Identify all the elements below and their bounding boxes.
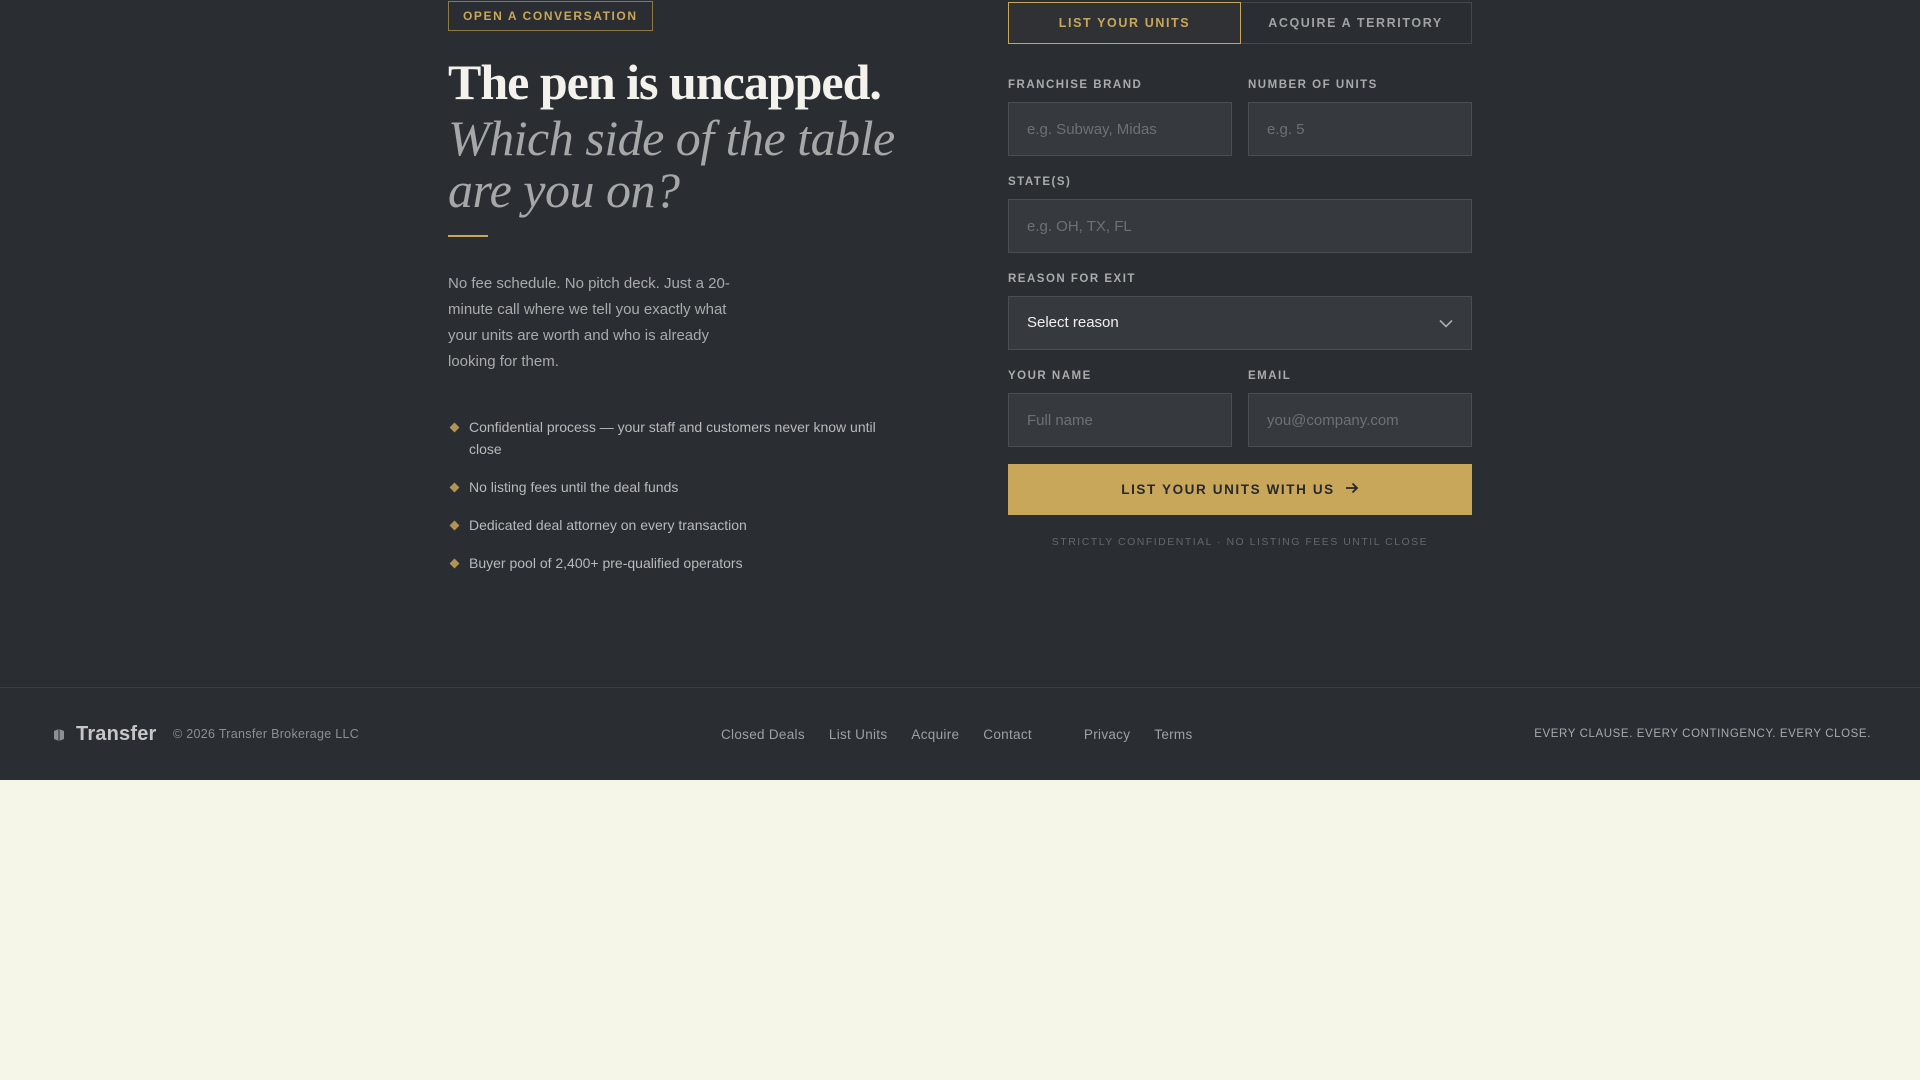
diamond-bullet-icon bbox=[449, 482, 460, 493]
accent-divider bbox=[448, 235, 488, 237]
tab-acquire-a-territory[interactable]: ACQUIRE A TERRITORY bbox=[1240, 3, 1471, 43]
tab-list-your-units[interactable]: LIST YOUR UNITS bbox=[1008, 2, 1241, 44]
form-tabs: LIST YOUR UNITS ACQUIRE A TERRITORY bbox=[1008, 2, 1472, 44]
benefit-text: Dedicated deal attorney on every transac… bbox=[469, 517, 747, 533]
footer-link-list-units[interactable]: List Units bbox=[829, 727, 888, 742]
reason-field: REASON FOR EXIT Select reason bbox=[1008, 272, 1472, 350]
email-input[interactable] bbox=[1248, 393, 1472, 447]
email-label: EMAIL bbox=[1248, 370, 1292, 382]
footer-nav: Closed Deals List Units Acquire Contact … bbox=[721, 688, 1217, 781]
brand-name: Transfer bbox=[76, 723, 157, 745]
diamond-bullet-icon bbox=[449, 520, 460, 531]
footer-tagline: EVERY CLAUSE. EVERY CONTINGENCY. EVERY C… bbox=[1534, 728, 1871, 740]
footer-link-acquire[interactable]: Acquire bbox=[911, 727, 959, 742]
headline-secondary: Which side of the table are you on? bbox=[448, 110, 895, 218]
headline: The pen is uncapped. Which side of the t… bbox=[448, 52, 918, 216]
franchise-brand-label: FRANCHISE BRAND bbox=[1008, 79, 1143, 91]
footer-link-contact[interactable]: Contact bbox=[983, 727, 1032, 742]
your-name-input[interactable] bbox=[1008, 393, 1232, 447]
number-of-units-input[interactable] bbox=[1248, 102, 1472, 156]
confidentiality-note: STRICTLY CONFIDENTIAL · NO LISTING FEES … bbox=[1051, 536, 1429, 548]
your-name-field: YOUR NAME bbox=[1008, 369, 1232, 447]
list-item: No listing fees until the deal funds bbox=[448, 476, 888, 498]
states-field: STATE(S) bbox=[1008, 175, 1472, 253]
franchise-brand-input[interactable] bbox=[1008, 102, 1232, 156]
brand-mark-icon bbox=[52, 728, 66, 742]
eyebrow-badge: OPEN A CONVERSATION bbox=[448, 1, 653, 31]
copyright: © 2026 Transfer Brokerage LLC bbox=[173, 727, 360, 741]
lede-paragraph: No fee schedule. No pitch deck. Just a 2… bbox=[448, 275, 730, 370]
reason-selected-value: Select reason bbox=[1027, 314, 1119, 331]
submit-button-label: LIST YOUR UNITS WITH US bbox=[1121, 482, 1335, 497]
franchise-brand-field: FRANCHISE BRAND bbox=[1008, 78, 1232, 156]
headline-primary: The pen is uncapped. bbox=[448, 54, 882, 110]
benefit-text: Confidential process — your staff and cu… bbox=[469, 419, 876, 457]
footer-link-closed-deals[interactable]: Closed Deals bbox=[721, 727, 805, 742]
benefit-text: Buyer pool of 2,400+ pre-qualified opera… bbox=[469, 555, 743, 571]
chevron-down-icon bbox=[1439, 297, 1453, 349]
list-item: Buyer pool of 2,400+ pre-qualified opera… bbox=[448, 552, 888, 574]
arrow-right-icon bbox=[1345, 482, 1359, 497]
benefit-list: Confidential process — your staff and cu… bbox=[448, 416, 888, 590]
footer-link-privacy[interactable]: Privacy bbox=[1084, 727, 1130, 742]
list-item: Confidential process — your staff and cu… bbox=[448, 416, 888, 460]
your-name-label: YOUR NAME bbox=[1008, 370, 1092, 382]
reason-label: REASON FOR EXIT bbox=[1008, 273, 1136, 285]
benefit-text: No listing fees until the deal funds bbox=[469, 479, 679, 495]
diamond-bullet-icon bbox=[449, 422, 460, 433]
contact-section: OPEN A CONVERSATION The pen is uncapped.… bbox=[0, 0, 1920, 687]
reason-select[interactable]: Select reason bbox=[1008, 296, 1472, 350]
footer-brand[interactable]: Transfer bbox=[52, 688, 157, 781]
states-label: STATE(S) bbox=[1008, 176, 1072, 188]
submit-button[interactable]: LIST YOUR UNITS WITH US bbox=[1008, 464, 1472, 515]
states-input[interactable] bbox=[1008, 199, 1472, 253]
diamond-bullet-icon bbox=[449, 558, 460, 569]
email-field: EMAIL bbox=[1248, 369, 1472, 447]
number-of-units-field: NUMBER OF UNITS bbox=[1248, 78, 1472, 156]
footer-link-terms[interactable]: Terms bbox=[1154, 727, 1192, 742]
site-footer: Transfer © 2026 Transfer Brokerage LLC C… bbox=[0, 687, 1920, 780]
number-of-units-label: NUMBER OF UNITS bbox=[1248, 79, 1378, 91]
list-item: Dedicated deal attorney on every transac… bbox=[448, 514, 888, 536]
